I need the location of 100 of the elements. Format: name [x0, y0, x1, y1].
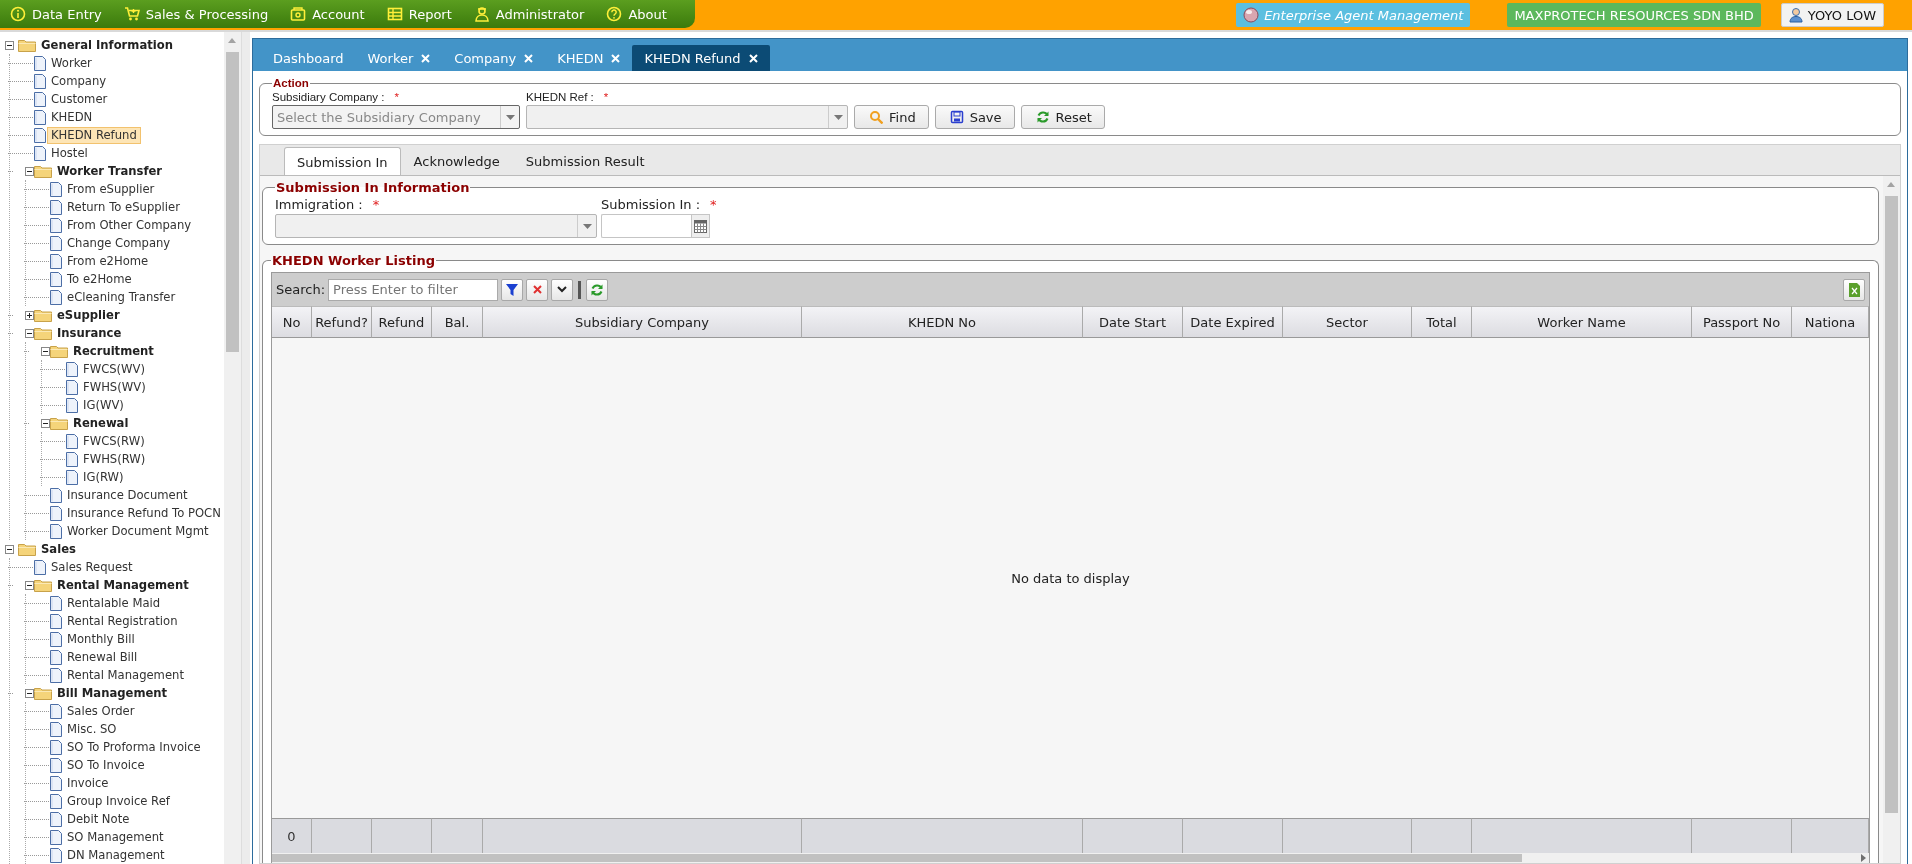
calendar-button[interactable] [691, 214, 710, 238]
tree-item[interactable]: DN Management [63, 846, 169, 864]
column-header[interactable]: Date Expired [1183, 306, 1283, 338]
tree-folder[interactable]: Bill Management [53, 684, 172, 702]
collapse-icon[interactable] [41, 418, 50, 428]
tab[interactable]: KHEDN Refund [632, 45, 770, 71]
collapse-icon[interactable] [41, 346, 50, 356]
calendar-icon[interactable] [694, 219, 707, 233]
tree-item[interactable]: Worker Document Mgmt [63, 522, 213, 540]
collapse-icon[interactable] [4, 544, 14, 554]
action-button[interactable]: Reset [1020, 105, 1105, 129]
tree-item[interactable]: FWCS(RW) [79, 432, 149, 450]
tree-folder[interactable]: Insurance [53, 324, 126, 342]
tree-folder[interactable]: Rental Management [53, 576, 193, 594]
tab[interactable]: Acknowledge [400, 147, 513, 175]
tree-item[interactable]: From Other Company [63, 216, 196, 234]
scrollbar[interactable] [1883, 176, 1900, 863]
tree-item[interactable]: SO Management [63, 828, 168, 846]
tree-item[interactable]: Worker [47, 54, 96, 72]
column-header[interactable]: Nationa [1792, 306, 1869, 338]
scrollbar[interactable] [272, 853, 1869, 863]
tab[interactable]: Submission Result [512, 147, 658, 175]
tab[interactable]: Submission In [284, 147, 401, 176]
column-header[interactable]: Refund [372, 306, 432, 338]
column-header[interactable]: Sector [1283, 306, 1412, 338]
tree-item[interactable]: IG(WV) [79, 396, 128, 414]
tree-folder[interactable]: Worker Transfer [53, 162, 167, 180]
tree-item[interactable]: Change Company [63, 234, 175, 252]
expand-icon[interactable] [25, 310, 34, 320]
tree-item[interactable]: FWHS(WV) [79, 378, 150, 396]
tree-item[interactable]: Customer [47, 90, 112, 108]
cart-icon [123, 6, 140, 22]
menu-item[interactable]: Sales & Processing [119, 4, 273, 24]
tree-folder[interactable]: General Information [37, 36, 177, 54]
collapse-icon[interactable] [25, 580, 34, 590]
column-header[interactable]: No [272, 306, 312, 338]
tree-item[interactable]: Invoice [63, 774, 113, 792]
dropdown-button[interactable] [551, 278, 574, 301]
tree-item[interactable]: From e2Home [63, 252, 153, 270]
search-label: Search: [276, 282, 326, 297]
filter-button[interactable] [501, 278, 524, 301]
menu-item[interactable]: About [602, 4, 671, 24]
tree-item[interactable]: eCleaning Transfer [63, 288, 180, 306]
tree-item[interactable]: Rental Management [63, 666, 188, 684]
column-header[interactable]: Passport No [1692, 306, 1792, 338]
dropdown-field[interactable] [275, 214, 597, 238]
tree-item[interactable]: Sales Request [47, 558, 137, 576]
menu-item[interactable]: Account [286, 4, 369, 24]
scrollbar[interactable] [224, 32, 242, 864]
column-header[interactable]: Worker Name [1472, 306, 1692, 338]
tree-folder[interactable]: Renewal [69, 414, 133, 432]
column-header[interactable]: Subsidiary Company [483, 306, 802, 338]
collapse-icon[interactable] [25, 328, 34, 338]
tree-item[interactable]: FWHS(RW) [79, 450, 150, 468]
action-button[interactable]: Find [854, 105, 929, 129]
tree-item[interactable]: SO To Invoice [63, 756, 149, 774]
search-field[interactable]: Press Enter to filter [328, 278, 499, 301]
refresh-button[interactable] [586, 278, 609, 301]
tree-item[interactable]: To e2Home [63, 270, 136, 288]
column-header[interactable]: Bal. [432, 306, 483, 338]
tree-item[interactable]: KHEDN Refund [47, 126, 141, 144]
tree-item[interactable]: Company [47, 72, 111, 90]
tree-folder[interactable]: Recruitment [69, 342, 158, 360]
tree-item[interactable]: Insurance Document [63, 486, 192, 504]
menu-item[interactable]: Administrator [469, 4, 589, 24]
tree-item[interactable]: Monthly Bill [63, 630, 139, 648]
tree-item[interactable]: From eSupplier [63, 180, 159, 198]
tree-item[interactable]: Renewal Bill [63, 648, 142, 666]
tree-item[interactable]: Sales Order [63, 702, 139, 720]
user-button[interactable]: YOYO LOW [1780, 3, 1884, 27]
close-icon[interactable] [748, 53, 758, 63]
column-header[interactable]: Refund? [312, 306, 372, 338]
date-field[interactable] [601, 214, 691, 238]
tree-item[interactable]: Debit Note [63, 810, 134, 828]
dropdown-field[interactable] [526, 105, 848, 129]
tree-item[interactable]: Rental Registration [63, 612, 182, 630]
page-icon [50, 487, 62, 503]
tree-item[interactable]: Hostel [47, 144, 92, 162]
menu-item[interactable]: Report [382, 4, 456, 24]
export-button[interactable] [1843, 278, 1865, 301]
action-button[interactable]: Save [934, 105, 1015, 129]
menu-item[interactable]: Data Entry [6, 4, 106, 24]
tree-item[interactable]: IG(RW) [79, 468, 128, 486]
tree-folder[interactable]: eSupplier [53, 306, 124, 324]
tree-item[interactable]: Insurance Refund To POCN [63, 504, 225, 522]
column-header[interactable]: KHEDN No [802, 306, 1083, 338]
column-header[interactable]: Date Start [1083, 306, 1183, 338]
tree-folder[interactable]: Sales [37, 540, 80, 558]
tree-item[interactable]: KHEDN [47, 108, 97, 126]
collapse-icon[interactable] [4, 40, 14, 50]
tree-item[interactable]: Rentalable Maid [63, 594, 165, 612]
clear-filter-button[interactable] [526, 278, 549, 301]
tree-item[interactable]: Return To eSupplier [63, 198, 184, 216]
tree-item[interactable]: FWCS(WV) [79, 360, 150, 378]
tree-item[interactable]: Group Invoice Ref [63, 792, 174, 810]
collapse-icon[interactable] [25, 166, 34, 176]
tree-item[interactable]: Misc. SO [63, 720, 121, 738]
collapse-icon[interactable] [25, 688, 34, 698]
tree-item[interactable]: SO To Proforma Invoice [63, 738, 205, 756]
column-header[interactable]: Total [1412, 306, 1472, 338]
